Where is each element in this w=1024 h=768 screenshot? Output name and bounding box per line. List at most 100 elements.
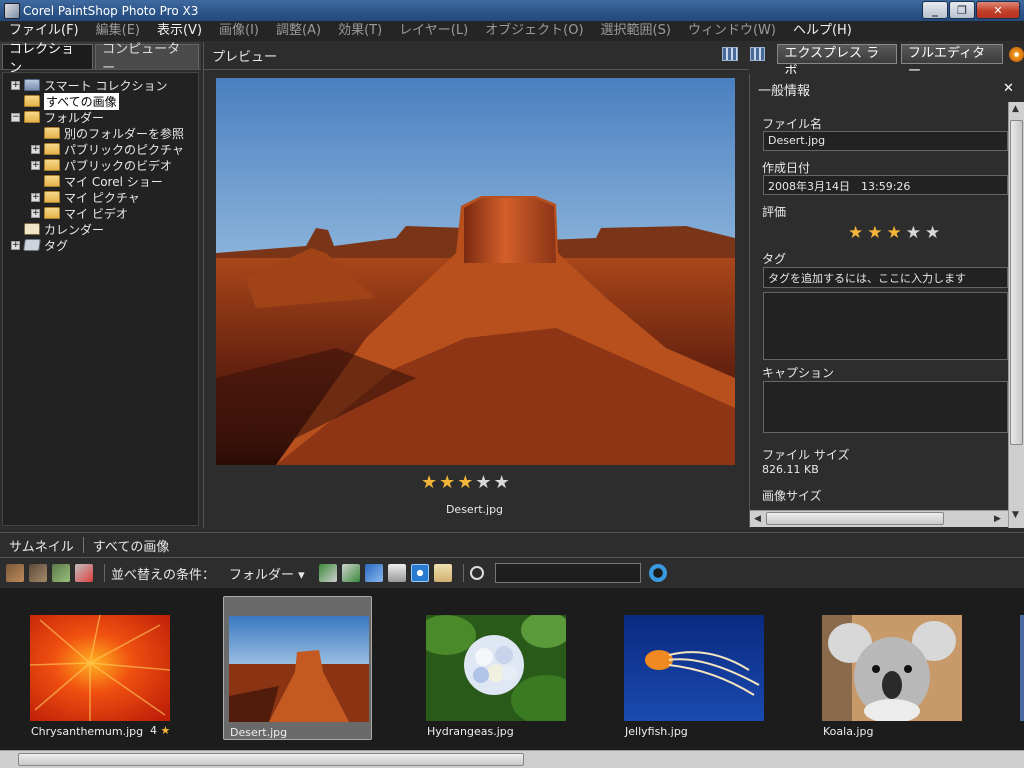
menu-item[interactable]: レイヤー(L) [390,21,476,41]
rating-star-icon[interactable]: ★ [925,222,940,244]
search-input[interactable] [494,563,641,583]
expand-icon[interactable]: + [11,80,20,90]
thumbnail-item[interactable]: Desert.jpg [223,596,372,740]
expand-icon[interactable]: + [31,144,40,154]
scroll-right-icon[interactable]: ▶ [994,514,1001,524]
rating-star-icon[interactable]: ★ [887,222,902,244]
tree-node[interactable]: − フォルダー [3,109,198,125]
info-rating[interactable]: ★ ★ ★ ★ ★ [848,222,944,244]
info-close-icon[interactable]: ✕ [1003,81,1014,96]
thumbnail-item[interactable]: Jellyfish.jpg [619,596,768,740]
sort-dropdown[interactable]: フォルダー ▾ [229,564,305,583]
expand-icon[interactable]: + [11,240,20,250]
filmstrip-view-icon[interactable] [722,47,738,61]
tree-node[interactable]: + タグ [3,237,198,253]
menu-item[interactable]: 選択範囲(S) [592,21,679,41]
express-lab-button[interactable]: エクスプレス ラボ [777,44,898,79]
scroll-left-icon[interactable]: ◀ [754,514,761,524]
thumbnail-partial[interactable] [1020,615,1024,721]
thumbnail-scroll-thumb[interactable] [18,753,524,766]
rotate-left-icon[interactable] [318,564,337,582]
date-label: 作成日付 [762,161,811,175]
thumbnail-scrollbar[interactable] [0,750,1024,768]
tree-node[interactable]: すべての画像 [3,92,198,110]
rating-star-icon[interactable]: ★ [906,222,921,244]
expand-icon[interactable]: − [11,112,20,122]
expand-icon[interactable]: + [31,160,40,170]
menu-item[interactable]: ウィンドウ(W) [679,21,784,41]
tree-node[interactable]: カレンダー [3,221,198,237]
thumbnail-image[interactable] [426,615,566,721]
rating-star-icon[interactable]: ★ [439,472,455,494]
tree-node-label: カレンダー [44,222,105,237]
thumbnail-item[interactable]: Chrysanthemum.jpg 4 ★ [25,596,174,740]
preview-rating[interactable]: ★ ★ ★ ★ ★ [421,472,512,494]
tree-node-label: すべての画像 [44,92,119,110]
maximize-button[interactable]: ❐ [949,1,975,19]
scroll-up-icon[interactable]: ▲ [1012,104,1019,114]
caption-field[interactable] [763,381,1008,433]
expand-icon[interactable]: + [31,208,40,218]
rating-star-icon[interactable]: ★ [848,222,863,244]
menu-item[interactable]: 画像(I) [210,21,267,41]
tree-node[interactable]: 別のフォルダーを参照 [3,125,198,141]
menu-item[interactable]: 調整(A) [267,21,329,41]
edit-icon[interactable] [29,564,47,582]
tree-node-label: マイ ビデオ [64,206,128,221]
filename-field[interactable]: Desert.jpg [763,131,1008,151]
rating-star-icon[interactable]: ★ [421,472,437,494]
tag-list[interactable] [763,292,1008,360]
tab-computer[interactable]: コンピューター [95,42,199,76]
info-scroll-thumb[interactable] [1010,120,1023,445]
corel-guide-icon[interactable] [1009,46,1024,62]
scroll-down-icon[interactable]: ▼ [1012,510,1019,520]
rating-star-icon[interactable]: ★ [475,472,491,494]
close-button[interactable]: ✕ [976,1,1020,19]
rotate-right-icon[interactable] [341,564,360,582]
split-view-icon[interactable] [749,47,766,61]
print-icon[interactable] [387,564,406,582]
info-horizontal-scrollbar[interactable]: ◀ ▶ [750,510,1008,527]
preview-image[interactable] [216,78,735,465]
menu-item[interactable]: 効果(T) [329,21,390,41]
tree-node[interactable]: + スマート コレクション [3,77,198,93]
slideshow-icon[interactable] [364,564,383,582]
info-hscroll-thumb[interactable] [766,512,944,525]
menu-item[interactable]: ヘルプ(H) [784,21,860,41]
delete-icon[interactable] [75,564,93,582]
tree-node[interactable]: マイ Corel ショー [3,173,198,189]
tree-node-label: フォルダー [44,110,105,125]
tree-node[interactable]: + パブリックのビデオ [3,157,198,173]
rating-star-icon[interactable]: ★ [867,222,882,244]
rating-star-icon[interactable]: ★ [457,472,473,494]
full-editor-button[interactable]: フルエディター [901,44,1004,79]
tree-node[interactable]: + マイ ピクチャ [3,189,198,205]
tree-node[interactable]: + マイ ビデオ [3,205,198,221]
tree-node[interactable]: + パブリックのピクチャ [3,141,198,157]
thumbnail-image[interactable] [822,615,962,721]
info-vertical-scrollbar[interactable]: ▲ ▼ [1008,102,1024,528]
thumbnail-image[interactable] [229,616,369,722]
thumbnail-item[interactable]: Koala.jpg [817,596,966,740]
email-icon[interactable] [433,564,452,582]
search-icon[interactable] [469,566,484,580]
move-to-icon[interactable] [52,564,70,582]
tree-node-label: スマート コレクション [44,78,168,93]
thumbnail-image[interactable] [624,615,764,721]
brush-icon[interactable] [6,564,24,582]
minimize-button[interactable]: _ [922,1,948,19]
rating-star-icon[interactable]: ★ [494,472,510,494]
info-title: 一般情報 [758,84,811,99]
thumbnail-item[interactable]: Hydrangeas.jpg [421,596,570,740]
thumbnail-image[interactable] [30,615,170,721]
menu-item[interactable]: オブジェクト(O) [476,21,591,41]
expand-icon[interactable]: + [31,192,40,202]
tag-icon [23,239,41,251]
tab-collection[interactable]: コレクション [2,42,94,76]
tab-all-images[interactable]: すべての画像 [84,536,179,555]
tab-thumbnails[interactable]: サムネイル [0,536,83,555]
date-field[interactable]: 2008年3月14日 13:59:26 [763,175,1008,195]
tag-input[interactable]: タグを追加するには、ここに入力します [763,267,1008,288]
refresh-icon[interactable] [648,564,667,582]
info-icon[interactable] [410,564,429,582]
